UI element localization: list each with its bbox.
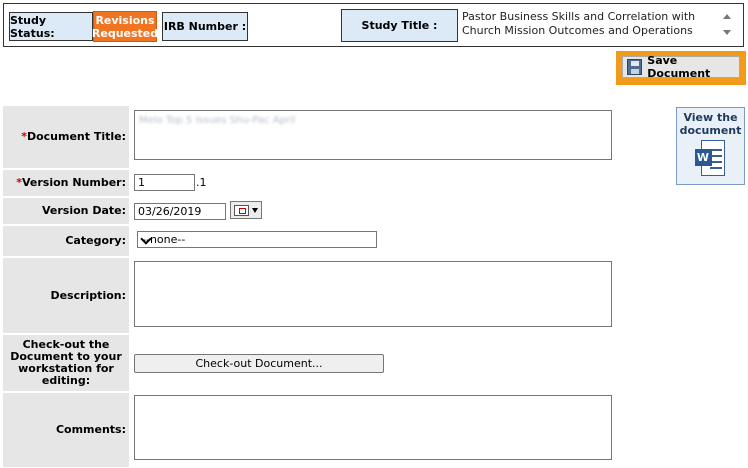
description-label: Description: bbox=[3, 258, 129, 333]
study-status-value: Revisions Requested bbox=[91, 13, 159, 40]
view-document-label: View the document bbox=[679, 111, 742, 137]
save-document-label: Save Document bbox=[647, 54, 711, 80]
comments-input[interactable] bbox=[134, 395, 612, 460]
document-title-row: * Document Title: Melo Top 5 Issues Shu-P… bbox=[3, 106, 614, 168]
study-status-badge: Revisions Requested bbox=[91, 11, 159, 42]
study-title-label: Study Title : bbox=[341, 9, 458, 42]
checkout-label: Check-out the Document to your workstati… bbox=[3, 335, 129, 391]
version-date-label: Version Date: bbox=[3, 198, 129, 224]
version-number-label: * Version Number: bbox=[3, 170, 129, 196]
dropdown-arrow-icon bbox=[252, 208, 258, 213]
scroll-up-icon[interactable] bbox=[723, 14, 731, 19]
version-date-input[interactable]: 03/26/2019 bbox=[134, 203, 226, 220]
floppy-disk-icon bbox=[627, 59, 643, 75]
save-button-highlight: Save Document bbox=[616, 51, 746, 85]
document-title-label: * Document Title: bbox=[3, 106, 129, 168]
study-status-label: Study Status: bbox=[9, 12, 93, 41]
save-document-button[interactable]: Save Document bbox=[622, 54, 740, 80]
scroll-down-icon[interactable] bbox=[723, 30, 731, 35]
description-input[interactable] bbox=[134, 261, 612, 327]
document-title-value: Melo Top 5 Issues Shu-Pac April bbox=[139, 115, 296, 126]
category-label: Category: bbox=[3, 226, 129, 256]
category-select[interactable]: --none-- bbox=[137, 231, 377, 248]
calendar-icon bbox=[234, 205, 249, 216]
version-number-row: * Version Number: 1 .1 bbox=[3, 170, 614, 196]
calendar-picker-button[interactable] bbox=[230, 201, 262, 219]
version-date-row: Version Date: 03/26/2019 bbox=[3, 198, 614, 224]
version-number-suffix: .1 bbox=[196, 176, 207, 189]
study-title-scrollbar[interactable] bbox=[720, 10, 734, 42]
study-title-value: Pastor Business Skills and Correlation w… bbox=[462, 10, 696, 37]
description-row: Description: bbox=[3, 258, 614, 333]
category-row: Category: --none-- bbox=[3, 226, 614, 256]
view-document-button[interactable]: View the document W bbox=[676, 107, 745, 185]
document-title-input[interactable]: Melo Top 5 Issues Shu-Pac April bbox=[134, 110, 612, 160]
irb-number-label: IRB Number : bbox=[162, 12, 248, 41]
version-number-input[interactable]: 1 bbox=[134, 174, 195, 191]
word-document-icon: W bbox=[694, 140, 727, 178]
checkout-document-button[interactable]: Check-out Document... bbox=[134, 354, 384, 373]
study-header: Study Status: Revisions Requested IRB Nu… bbox=[3, 3, 744, 47]
checkout-row: Check-out the Document to your workstati… bbox=[3, 335, 614, 391]
comments-label: Comments: bbox=[3, 393, 129, 467]
comments-row: Comments: bbox=[3, 393, 614, 467]
